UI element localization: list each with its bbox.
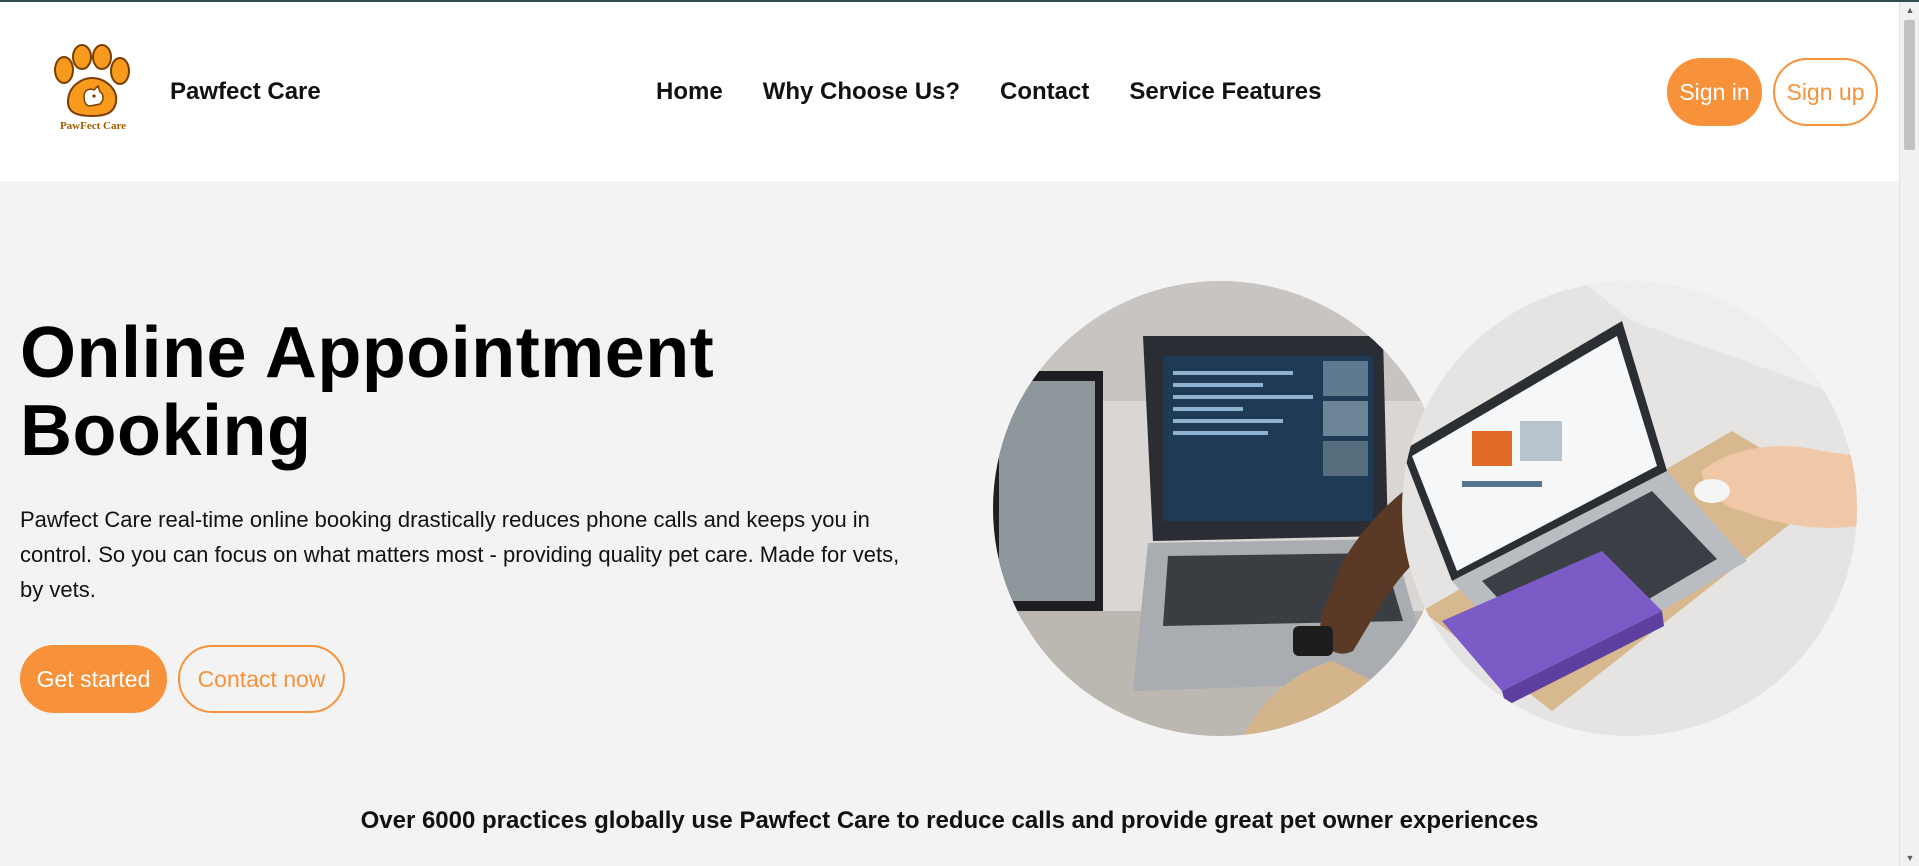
tagline: Over 6000 practices globally use Pawfect… — [360, 807, 1539, 834]
brand-name[interactable]: Pawfect Care — [170, 78, 321, 106]
vertical-scrollbar[interactable]: ▲ ▼ — [1899, 2, 1919, 866]
nav-item-home[interactable]: Home — [656, 78, 723, 106]
paw-logo-icon — [54, 44, 130, 118]
hero-description: Pawfect Care real-time online booking dr… — [20, 507, 900, 602]
main-nav: Home Why Choose Us? Contact Service Feat… — [656, 78, 1322, 106]
hero-title-line2: Booking — [20, 391, 312, 471]
hero-title: Online Appointment Booking — [20, 314, 820, 470]
nav-item-service-features[interactable]: Service Features — [1129, 78, 1321, 106]
hero-image-laptop-charts — [1402, 281, 1857, 736]
laptop-charts-photo-illustration — [1402, 281, 1857, 736]
scroll-down-icon[interactable]: ▼ — [1900, 850, 1919, 866]
brand-logo[interactable]: PawFect Care — [50, 44, 136, 138]
page-viewport: PawFect Care Pawfect Care Home Why Choos… — [0, 2, 1899, 866]
laptop-photo-illustration — [993, 281, 1448, 736]
hero-image-laptop-code — [993, 281, 1448, 736]
logo-text: PawFect Care — [59, 120, 127, 132]
get-started-button[interactable]: Get started — [20, 645, 167, 713]
nav-item-why-choose-us[interactable]: Why Choose Us? — [763, 78, 960, 106]
scrollbar-thumb[interactable] — [1904, 20, 1915, 150]
sign-in-button[interactable]: Sign in — [1667, 58, 1762, 126]
site-header: PawFect Care Pawfect Care Home Why Choos… — [0, 2, 1899, 181]
sign-up-button[interactable]: Sign up — [1773, 58, 1878, 126]
hero-title-line1: Online Appointment — [20, 313, 715, 393]
nav-item-contact[interactable]: Contact — [1000, 78, 1089, 106]
contact-now-button[interactable]: Contact now — [178, 645, 345, 713]
scroll-up-icon[interactable]: ▲ — [1900, 2, 1919, 18]
